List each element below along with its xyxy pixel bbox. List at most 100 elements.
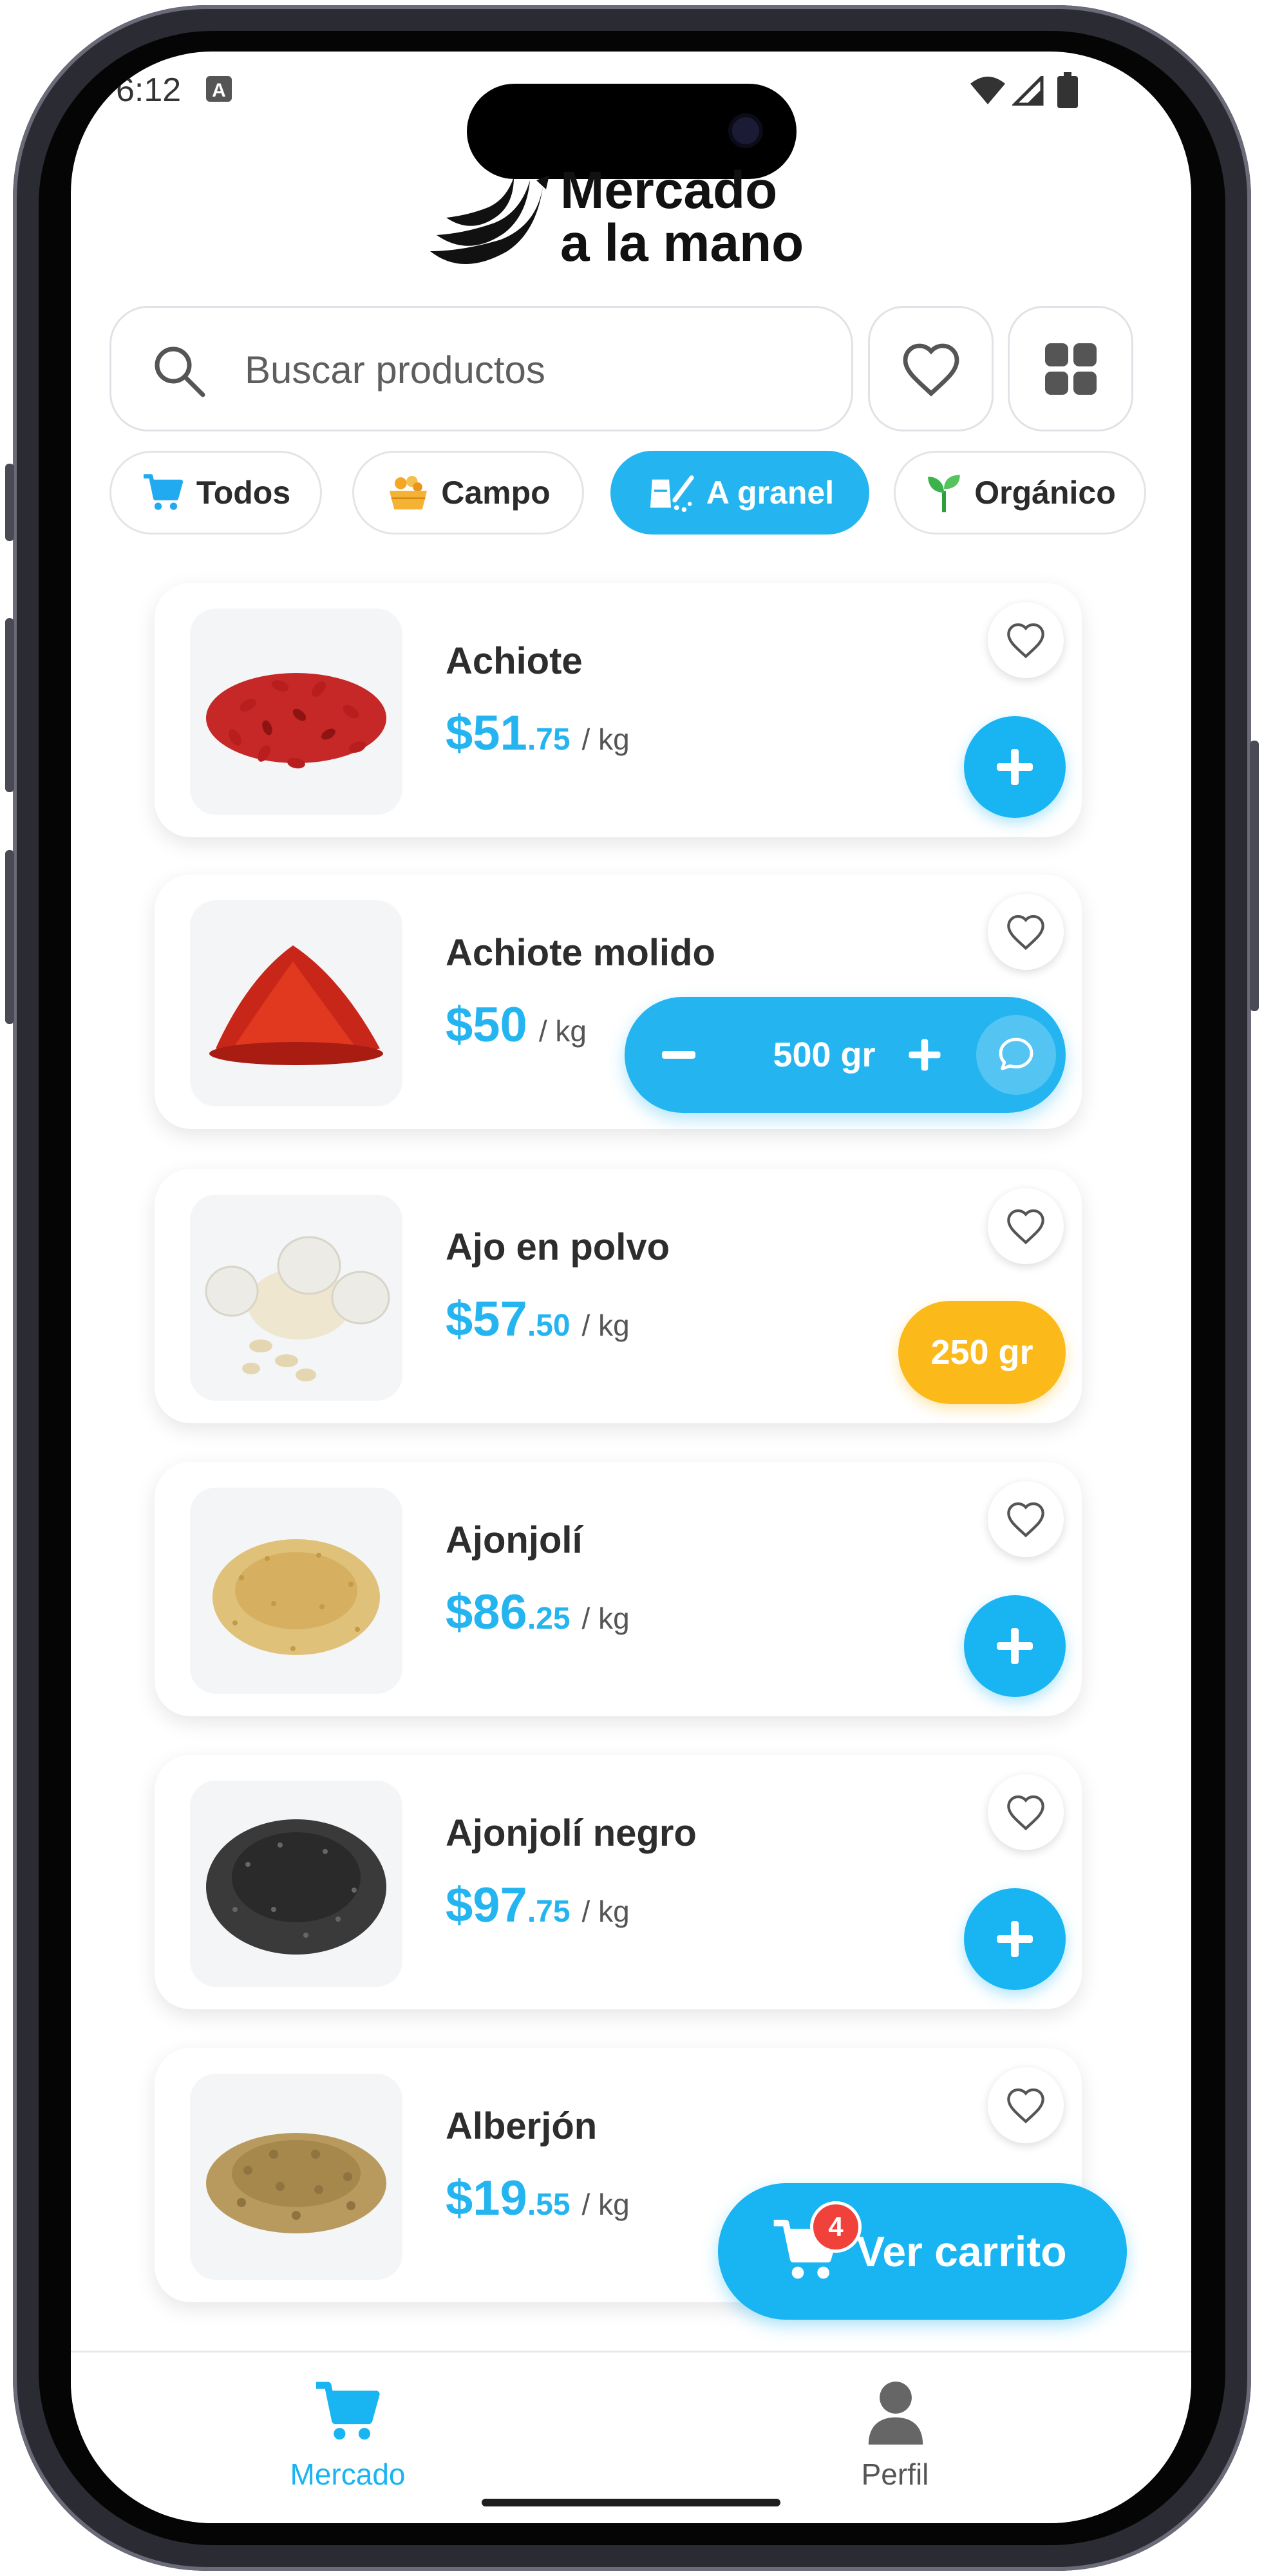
grid-view-button[interactable] (1008, 306, 1133, 431)
product-image-achiote-molido (190, 900, 402, 1106)
signal-icon (1012, 76, 1044, 106)
quantity-badge-button[interactable]: 250 gr (898, 1301, 1066, 1404)
brand-line-2: a la mano (560, 214, 804, 272)
view-cart-button[interactable]: 4 Ver carrito (718, 2183, 1127, 2320)
category-chip-campo[interactable]: Campo (352, 451, 584, 535)
product-price: $97.75 / kg (446, 1877, 630, 1933)
price-cents: .50 (527, 1309, 571, 1343)
price-cents: .25 (527, 1602, 571, 1636)
product-image-alberjon (190, 2074, 402, 2280)
product-name: Alberjón (446, 2105, 598, 2147)
svg-text:A: A (212, 80, 226, 101)
product-name: Ajonjolí (446, 1519, 583, 1561)
price-cents: .75 (527, 1895, 571, 1929)
wifi-icon (970, 77, 1005, 104)
category-chip-a-granel[interactable]: A granel (610, 451, 869, 535)
cart-icon (143, 474, 184, 510)
product-price: $50 / kg (446, 997, 587, 1053)
achiote-powder-image (209, 945, 383, 1065)
battery-icon (1057, 72, 1078, 108)
heart-icon (1007, 2088, 1044, 2124)
price-unit: / kg (581, 1309, 630, 1342)
add-to-cart-button[interactable] (964, 716, 1066, 818)
plus-icon[interactable] (907, 1037, 943, 1073)
price-whole: $97 (446, 1878, 527, 1933)
favorite-button[interactable] (988, 1774, 1064, 1850)
heart-icon (903, 343, 959, 397)
add-to-cart-button[interactable] (964, 1595, 1066, 1697)
volume-up-button (5, 618, 14, 792)
black-sesame-image (206, 1819, 386, 1955)
cart-count-badge: 4 (810, 2201, 862, 2253)
favorite-button[interactable] (988, 1481, 1064, 1557)
garlic-powder-image (205, 1236, 390, 1381)
product-name: Ajonjolí negro (446, 1812, 697, 1854)
heart-icon (1007, 1795, 1044, 1831)
nav-item-mercado[interactable]: Mercado (264, 2372, 431, 2501)
achiote-seeds-image (206, 673, 386, 769)
front-camera (732, 117, 759, 144)
category-chip-organico[interactable]: Orgánico (894, 451, 1146, 535)
favorite-button[interactable] (988, 1188, 1064, 1264)
search-bar[interactable] (109, 306, 853, 431)
price-unit: / kg (538, 1014, 587, 1048)
favorites-button[interactable] (868, 306, 994, 431)
product-price: $86.25 / kg (446, 1584, 630, 1640)
bottom-navigation: Mercado Perfil (71, 2351, 1191, 2523)
category-chip-todos[interactable]: Todos (109, 451, 322, 535)
nav-item-perfil[interactable]: Perfil (818, 2372, 972, 2501)
product-image-achiote (190, 609, 402, 815)
minus-icon[interactable] (662, 1047, 695, 1063)
product-card-achiote[interactable]: Achiote $51.75 / kg (155, 583, 1082, 837)
product-card-ajo-en-polvo[interactable]: Ajo en polvo $57.50 / kg 250 gr (155, 1169, 1082, 1423)
product-name: Ajo en polvo (446, 1226, 670, 1268)
price-cents: .55 (527, 2188, 571, 2222)
search-input[interactable] (243, 340, 813, 399)
sprout-icon (928, 475, 960, 513)
category-chip-label: Campo (441, 475, 551, 511)
note-button[interactable] (976, 1015, 1056, 1095)
person-icon (868, 2382, 923, 2445)
volume-down-button (5, 850, 14, 1024)
home-indicator[interactable] (482, 2499, 780, 2506)
basket-icon (390, 475, 428, 510)
brand-logo: Mercado a la mano (560, 164, 804, 270)
product-price: $57.50 / kg (446, 1291, 630, 1347)
power-button (1250, 741, 1259, 1011)
price-whole: $50 (446, 998, 527, 1052)
price-whole: $51 (446, 706, 527, 761)
view-cart-label: Ver carrito (856, 2228, 1067, 2275)
cart-icon (316, 2382, 380, 2440)
nav-label-mercado: Mercado (290, 2458, 406, 2491)
price-whole: $57 (446, 1292, 527, 1347)
favorite-button[interactable] (988, 2067, 1064, 2143)
heart-icon (1007, 1502, 1044, 1538)
category-chip-label: Orgánico (974, 475, 1116, 511)
product-card-ajonjoli[interactable]: Ajonjolí $86.25 / kg (155, 1462, 1082, 1716)
action-button (5, 464, 14, 541)
quantity-stepper[interactable]: 500 gr (625, 997, 1066, 1113)
price-whole: $19 (446, 2171, 527, 2226)
price-unit: / kg (581, 2188, 630, 2221)
brand-line-1: Mercado (560, 161, 778, 220)
plus-icon (997, 1921, 1033, 1957)
price-unit: / kg (581, 723, 630, 756)
plus-icon (997, 1628, 1033, 1664)
plus-icon (997, 749, 1033, 785)
grid-icon (1044, 343, 1097, 395)
product-price: $19.55 / kg (446, 2170, 630, 2226)
comment-icon (999, 1037, 1033, 1070)
add-to-cart-button[interactable] (964, 1888, 1066, 1990)
search-icon (155, 346, 205, 397)
favorite-button[interactable] (988, 894, 1064, 970)
product-card-ajonjoli-negro[interactable]: Ajonjolí negro $97.75 / kg (155, 1755, 1082, 2009)
product-name: Achiote (446, 640, 583, 682)
heart-icon (1007, 914, 1044, 951)
price-whole: $86 (446, 1585, 527, 1640)
category-chip-label: Todos (196, 475, 291, 511)
favorite-button[interactable] (988, 602, 1064, 678)
category-chip-label: A granel (706, 475, 835, 511)
product-price: $51.75 / kg (446, 705, 630, 761)
price-unit: / kg (581, 1895, 630, 1928)
product-card-achiote-molido[interactable]: Achiote molido $50 / kg 500 gr (155, 875, 1082, 1129)
